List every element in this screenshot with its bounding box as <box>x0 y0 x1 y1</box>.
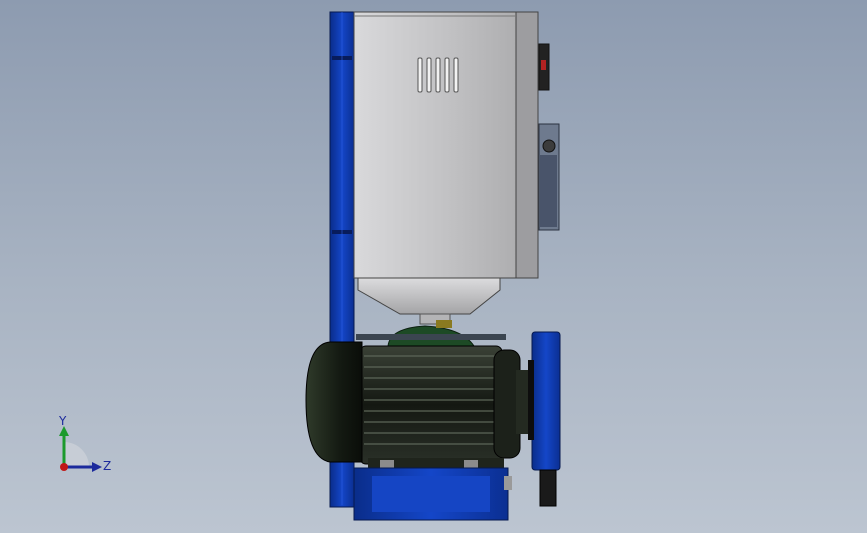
hopper <box>357 277 501 325</box>
cad-viewport[interactable] <box>0 0 867 533</box>
motor-fan-cap <box>305 341 363 463</box>
z-axis-label: Z <box>103 459 111 473</box>
coupling-disk <box>528 331 561 507</box>
housing-box <box>353 11 539 279</box>
side-switch-box <box>538 43 550 91</box>
vent-slot <box>417 57 423 93</box>
z-axis-arrowhead <box>92 462 102 472</box>
triad-plane <box>64 442 89 467</box>
vent-slot <box>435 57 441 93</box>
vent-slot <box>426 57 432 93</box>
motor-body <box>356 334 528 465</box>
motor-base <box>353 458 512 521</box>
orientation-triad: Y Z <box>58 414 111 473</box>
y-axis-label: Y <box>58 414 67 428</box>
vent-slot <box>444 57 450 93</box>
side-control-panel <box>538 123 560 231</box>
origin-point <box>60 463 68 471</box>
vent-slot <box>453 57 459 93</box>
